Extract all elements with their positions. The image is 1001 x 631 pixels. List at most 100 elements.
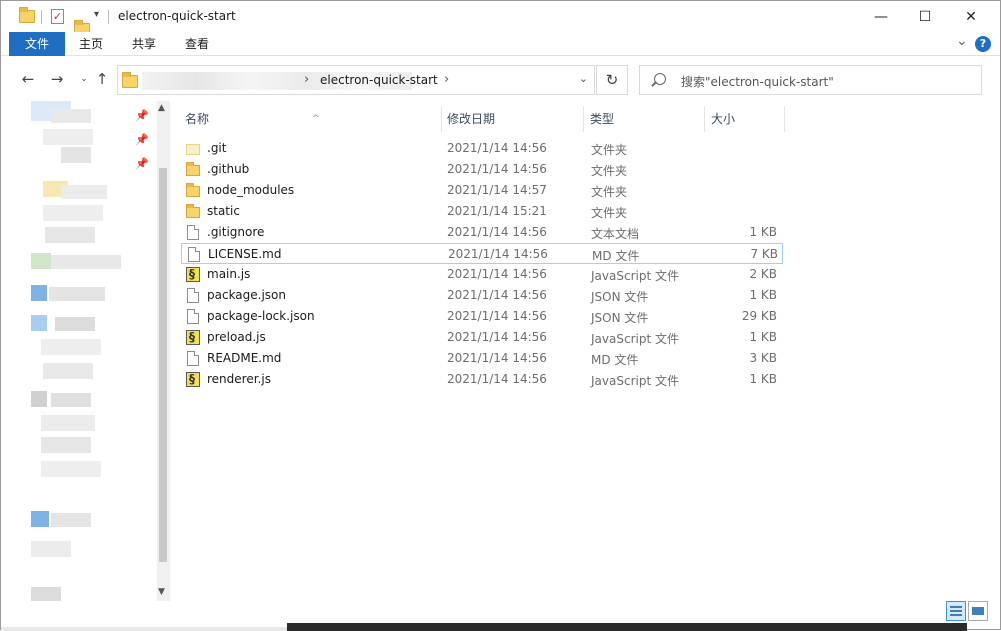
- file-size: 1 KB: [749, 288, 777, 302]
- table-row[interactable]: main.js 2021/1/14 14:56 JavaScript 文件 2 KB: [181, 264, 783, 285]
- js-file-icon: [186, 330, 200, 345]
- table-row[interactable]: .github 2021/1/14 14:56 文件夹: [181, 159, 783, 180]
- minimize-button[interactable]: —: [858, 1, 904, 32]
- file-type: JavaScript 文件: [591, 269, 679, 283]
- file-name: node_modules: [207, 183, 295, 197]
- close-button[interactable]: ✕: [948, 1, 994, 32]
- file-date: 2021/1/14 14:56: [447, 288, 547, 302]
- file-type: JSON 文件: [591, 311, 649, 325]
- properties-icon[interactable]: ✓: [51, 9, 64, 24]
- search-icon: [654, 73, 666, 85]
- file-icon: [187, 247, 200, 262]
- file-date: 2021/1/14 14:56: [447, 225, 547, 239]
- pin-icon[interactable]: 📌: [135, 133, 149, 146]
- table-row[interactable]: .git 2021/1/14 14:56 文件夹: [181, 138, 783, 159]
- table-row[interactable]: package.json 2021/1/14 14:56 JSON 文件 1 KB: [181, 285, 783, 306]
- chevron-right-icon[interactable]: ›: [444, 72, 449, 87]
- js-file-icon: [186, 372, 200, 387]
- scroll-down-arrow[interactable]: ▼: [158, 587, 165, 597]
- file-type: 文件夹: [591, 143, 628, 157]
- column-date-label: 修改日期: [447, 112, 496, 126]
- file-date: 2021/1/14 14:56: [447, 351, 547, 365]
- search-placeholder: 搜索"electron-quick-start": [681, 75, 834, 89]
- table-row[interactable]: static 2021/1/14 15:21 文件夹: [181, 201, 783, 222]
- sort-ascending-icon: ^: [312, 114, 320, 124]
- file-name: static: [207, 204, 240, 218]
- file-size: 1 KB: [749, 225, 777, 239]
- file-date: 2021/1/14 14:57: [447, 183, 547, 197]
- column-size-label: 大小: [711, 112, 736, 126]
- window-bottom-edge: [1, 627, 287, 631]
- table-row[interactable]: node_modules 2021/1/14 14:57 文件夹: [181, 180, 783, 201]
- file-type: JavaScript 文件: [591, 374, 679, 388]
- file-type: JavaScript 文件: [591, 332, 679, 346]
- address-bar[interactable]: › electron-quick-start › ⌄: [117, 65, 595, 95]
- file-name: package.json: [207, 288, 287, 302]
- pin-icon[interactable]: 📌: [135, 109, 149, 122]
- back-arrow-icon[interactable]: ←: [17, 67, 39, 91]
- folder-icon[interactable]: [19, 7, 35, 23]
- file-name: .git: [207, 141, 227, 155]
- table-row[interactable]: README.md 2021/1/14 14:56 MD 文件 3 KB: [181, 348, 783, 369]
- table-row[interactable]: package-lock.json 2021/1/14 14:56 JSON 文件 2…: [181, 306, 783, 327]
- column-header-type[interactable]: 类型: [584, 106, 705, 132]
- column-type-label: 类型: [590, 112, 615, 126]
- js-file-icon: [186, 267, 200, 282]
- forward-arrow-icon[interactable]: →: [46, 67, 68, 91]
- large-icons-view-button[interactable]: [968, 601, 988, 621]
- search-field[interactable]: 搜索"electron-quick-start": [639, 65, 982, 95]
- file-type: MD 文件: [592, 249, 640, 263]
- file-date: 2021/1/14 14:56: [447, 372, 547, 386]
- tab-share[interactable]: 共享: [125, 32, 163, 56]
- tab-file[interactable]: 文件: [9, 32, 65, 56]
- expand-ribbon-icon[interactable]: ⌄: [956, 33, 968, 49]
- table-row[interactable]: renderer.js 2021/1/14 14:56 JavaScript 文件 1…: [181, 369, 783, 390]
- column-header-name[interactable]: 名称 ^: [179, 106, 442, 132]
- scrollbar-thumb[interactable]: [159, 168, 167, 562]
- help-icon[interactable]: ?: [975, 36, 991, 52]
- tab-view[interactable]: 查看: [178, 32, 216, 56]
- file-type: JSON 文件: [591, 290, 649, 304]
- breadcrumb-current[interactable]: electron-quick-start: [320, 73, 438, 87]
- tab-home[interactable]: 主页: [73, 32, 109, 56]
- file-type: 文本文档: [591, 227, 640, 241]
- file-size: 2 KB: [749, 267, 777, 281]
- file-name: renderer.js: [207, 372, 271, 386]
- file-name: .github: [207, 162, 250, 176]
- scroll-up-arrow[interactable]: ▲: [158, 103, 165, 113]
- navigation-pane[interactable]: 📌 📌 📌 ▲ ▼: [9, 101, 170, 601]
- divider: [108, 10, 109, 24]
- file-date: 2021/1/14 14:56: [447, 141, 547, 155]
- file-date: 2021/1/14 14:56: [447, 330, 547, 344]
- folder-faded-icon: [186, 141, 200, 155]
- blurred-nav-items: [31, 101, 121, 601]
- chevron-down-icon[interactable]: ⌄: [579, 72, 588, 85]
- file-size: 7 KB: [750, 247, 778, 261]
- table-row[interactable]: preload.js 2021/1/14 14:56 JavaScript 文件 1 …: [181, 327, 783, 348]
- nav-scrollbar[interactable]: ▲ ▼: [157, 101, 170, 601]
- file-icon: [186, 351, 199, 366]
- table-row[interactable]: .gitignore 2021/1/14 14:56 文本文档 1 KB: [181, 222, 783, 243]
- file-icon: [186, 309, 199, 324]
- file-name: .gitignore: [207, 225, 265, 239]
- up-arrow-icon[interactable]: ↑: [91, 67, 113, 91]
- table-row[interactable]: LICENSE.md 2021/1/14 14:56 MD 文件 7 KB: [181, 243, 783, 264]
- maximize-button[interactable]: ☐: [902, 1, 948, 32]
- file-name: main.js: [207, 267, 251, 281]
- refresh-button[interactable]: ↻: [596, 65, 628, 95]
- file-size: 1 KB: [749, 372, 777, 386]
- pin-icon[interactable]: 📌: [135, 157, 149, 170]
- file-name: package-lock.json: [207, 309, 315, 323]
- customize-toolbar-icon[interactable]: ▾: [94, 9, 99, 27]
- file-type: 文件夹: [591, 185, 628, 199]
- file-size: 29 KB: [741, 309, 777, 323]
- window-title: electron-quick-start: [118, 9, 236, 23]
- file-date: 2021/1/14 14:56: [447, 267, 547, 281]
- chevron-right-icon[interactable]: ›: [304, 72, 309, 87]
- folder-icon: [122, 72, 138, 88]
- details-view-button[interactable]: [946, 601, 966, 621]
- column-header-date[interactable]: 修改日期: [441, 106, 584, 132]
- folder-icon: [186, 183, 200, 197]
- column-header-size[interactable]: 大小: [705, 106, 785, 132]
- file-size: 3 KB: [749, 351, 777, 365]
